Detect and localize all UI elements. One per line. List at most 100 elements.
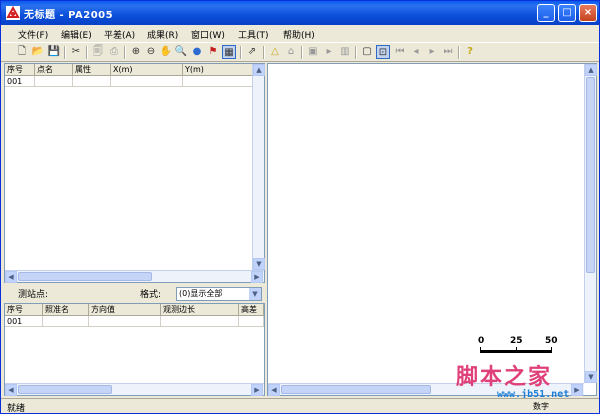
scroll-right-arrow[interactable]: ▶ <box>571 384 583 396</box>
scale-tick-mark <box>551 347 552 353</box>
cut-icon[interactable]: ✂ <box>69 45 83 59</box>
drawing-canvas-pane[interactable]: ▲ ▼ ◀ ▶ 0 25 50 <box>267 63 597 396</box>
print-preview-icon[interactable]: 🗐 <box>91 45 105 59</box>
toolbar-separator <box>301 46 303 59</box>
menu-help[interactable]: 帮助(H) <box>283 28 315 41</box>
app-logo-icon <box>6 6 20 20</box>
column-header-x[interactable]: X(m) <box>111 64 183 76</box>
toolbar-separator <box>64 46 66 59</box>
cell-attribute[interactable] <box>73 76 111 87</box>
toolbar-separator <box>355 46 357 59</box>
point-table-vscrollbar[interactable]: ▲ ▼ <box>252 64 265 270</box>
scroll-left-arrow[interactable]: ◀ <box>5 271 17 283</box>
menu-bar: 文件(F) 编辑(E) 平差(A) 成果(R) 窗口(W) 工具(T) 帮助(H… <box>1 25 599 42</box>
network-icon[interactable]: ⌂ <box>284 45 298 59</box>
title-bar[interactable]: 无标题 - PA2005 _ □ × <box>1 1 599 25</box>
triangle-icon[interactable]: △ <box>268 45 282 59</box>
cell-index[interactable]: 001 <box>5 76 35 87</box>
scroll-left-arrow[interactable]: ◀ <box>268 384 280 396</box>
menu-tools[interactable]: 工具(T) <box>238 28 269 41</box>
chevron-down-icon[interactable]: ▼ <box>249 288 261 300</box>
cell-direction[interactable] <box>89 316 161 327</box>
zoom-in-icon[interactable]: ⊕ <box>129 45 143 59</box>
cell-height-diff[interactable] <box>239 316 264 327</box>
cell-target-name[interactable] <box>43 316 89 327</box>
export-icon[interactable]: ⇗ <box>245 45 259 59</box>
format-label: 格式: <box>140 290 162 300</box>
scroll-thumb[interactable] <box>281 385 431 394</box>
toolbar-separator <box>86 46 88 59</box>
column-header-height-diff[interactable]: 高差 <box>239 304 264 316</box>
observation-table-pane: 序号 照准名 方向值 观测边长 高差 001 ◀ ▶ <box>4 303 265 396</box>
scroll-thumb[interactable] <box>586 77 595 273</box>
format-select-value: (0)显示全部 <box>179 289 223 298</box>
scroll-thumb[interactable] <box>18 385 112 394</box>
scroll-down-arrow[interactable]: ▼ <box>585 371 597 383</box>
column-header-index[interactable]: 序号 <box>5 304 43 316</box>
cell-y[interactable] <box>183 76 254 87</box>
new-file-icon[interactable]: 🗋 <box>15 45 29 59</box>
scroll-up-arrow[interactable]: ▲ <box>585 64 597 76</box>
save-icon[interactable]: 💾 <box>47 45 61 59</box>
print-icon[interactable]: ⎙ <box>107 45 121 59</box>
scale-tick-50: 50 <box>545 336 558 346</box>
maximize-button[interactable]: □ <box>558 4 576 22</box>
cell-x[interactable] <box>111 76 183 87</box>
scroll-up-arrow[interactable]: ▲ <box>253 64 265 76</box>
point-table-hscrollbar[interactable]: ◀ ▶ <box>5 270 264 283</box>
scale-tick-25: 25 <box>510 336 523 346</box>
menu-file[interactable]: 文件(F) <box>18 28 48 41</box>
column-header-target-name[interactable]: 照准名 <box>43 304 89 316</box>
column-header-point-name[interactable]: 点名 <box>35 64 73 76</box>
page-icon[interactable]: ▢ <box>360 45 374 59</box>
observation-table-hscrollbar[interactable]: ◀ ▶ <box>5 383 264 396</box>
menu-edit[interactable]: 编辑(E) <box>61 28 92 41</box>
minimize-button[interactable]: _ <box>537 4 555 22</box>
first-page-icon[interactable]: ⏮ <box>393 45 407 59</box>
scale-tick-mark <box>480 347 481 353</box>
column-header-attribute[interactable]: 属性 <box>73 64 111 76</box>
page-select-icon[interactable]: ⊡ <box>376 45 390 59</box>
column-header-distance[interactable]: 观测边长 <box>161 304 239 316</box>
zoom-window-icon[interactable]: 🔍 <box>174 45 188 59</box>
scroll-left-arrow[interactable]: ◀ <box>5 384 17 396</box>
column-header-y[interactable]: Y(m) <box>183 64 254 76</box>
cell-index[interactable]: 001 <box>5 316 43 327</box>
open-folder-icon[interactable]: 📂 <box>31 45 45 59</box>
canvas-vscrollbar[interactable]: ▲ ▼ <box>584 64 597 383</box>
flag-icon[interactable]: ⚑ <box>206 45 220 59</box>
scroll-down-arrow[interactable]: ▼ <box>253 258 265 270</box>
next-page-icon[interactable]: ▸ <box>425 45 439 59</box>
window-title: 无标题 - PA2005 <box>24 10 114 21</box>
table-row[interactable]: 001 <box>5 76 254 87</box>
column-header-direction[interactable]: 方向值 <box>89 304 161 316</box>
cell-point-name[interactable] <box>35 76 73 87</box>
menu-adjust[interactable]: 平差(A) <box>104 28 135 41</box>
point-table-pane: 序号 点名 属性 X(m) Y(m) 001 ▲ ▼ ◀ ▶ <box>4 63 265 283</box>
station-label: 测站点: <box>18 290 49 300</box>
point-table-header: 序号 点名 属性 X(m) Y(m) <box>5 64 254 76</box>
menu-window[interactable]: 窗口(W) <box>191 28 225 41</box>
prev-page-icon[interactable]: ◂ <box>409 45 423 59</box>
table-row[interactable]: 001 <box>5 316 264 327</box>
cell-distance[interactable] <box>161 316 239 327</box>
status-bar: 就绪 数字 <box>1 398 599 414</box>
column-header-index[interactable]: 序号 <box>5 64 35 76</box>
scroll-right-arrow[interactable]: ▶ <box>251 271 263 283</box>
pan-hand-icon[interactable]: ✋ <box>159 45 173 59</box>
scroll-thumb[interactable] <box>18 272 152 281</box>
scroll-right-arrow[interactable]: ▶ <box>251 384 263 396</box>
last-page-icon[interactable]: ⏭ <box>441 45 455 59</box>
chart-icon[interactable]: ▥ <box>338 45 352 59</box>
globe-icon[interactable]: ● <box>190 45 204 59</box>
help-icon[interactable]: ? <box>463 45 477 59</box>
calc-icon[interactable]: ▣ <box>306 45 320 59</box>
menu-results[interactable]: 成果(R) <box>147 28 178 41</box>
zoom-out-icon[interactable]: ⊖ <box>144 45 158 59</box>
toolbar: 🗋 📂 💾 ✂ 🗐 ⎙ ⊕ ⊖ ✋ 🔍 ● ⚑ ▦ ⇗ △ ⌂ ▣ ▸ ▥ ▢ … <box>1 42 599 62</box>
play-icon[interactable]: ▸ <box>322 45 336 59</box>
status-text: 就绪 <box>7 404 26 414</box>
close-button[interactable]: × <box>579 4 597 22</box>
grid-view-icon[interactable]: ▦ <box>222 45 236 59</box>
format-select[interactable]: (0)显示全部 ▼ <box>176 287 262 301</box>
